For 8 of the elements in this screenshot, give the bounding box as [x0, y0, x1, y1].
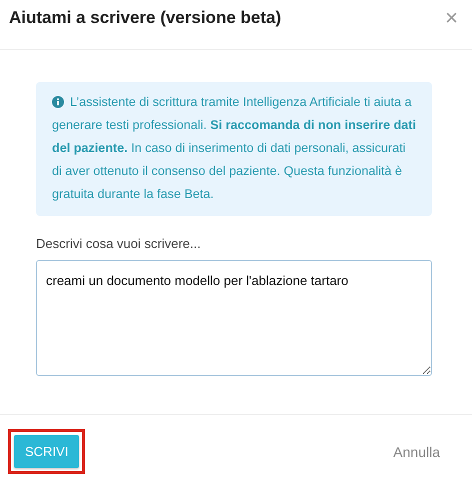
info-notice: L’assistente di scrittura tramite Intelligenza Artificiale ti aiuta a generare testi professionali. Si raccomanda di non inserire dati del paziente. In caso di inserimento di dati personali, assicurati di aver ottenuto il consenso del paziente. Questa funzionalità è gratuita durante la fase Beta. — [36, 82, 432, 216]
prompt-label: Descrivi cosa vuoi scrivere... — [36, 236, 202, 251]
cancel-button[interactable]: Annulla — [393, 440, 440, 464]
write-button[interactable]: SCRIVI — [14, 435, 80, 468]
prompt-field[interactable]: creami un documento modello per l'ablazione tartaro — [36, 260, 432, 376]
info-icon — [52, 96, 64, 108]
close-button[interactable]: × — [445, 4, 458, 30]
dialog-title: Aiutami a scrivere (versione beta) — [9, 8, 282, 28]
